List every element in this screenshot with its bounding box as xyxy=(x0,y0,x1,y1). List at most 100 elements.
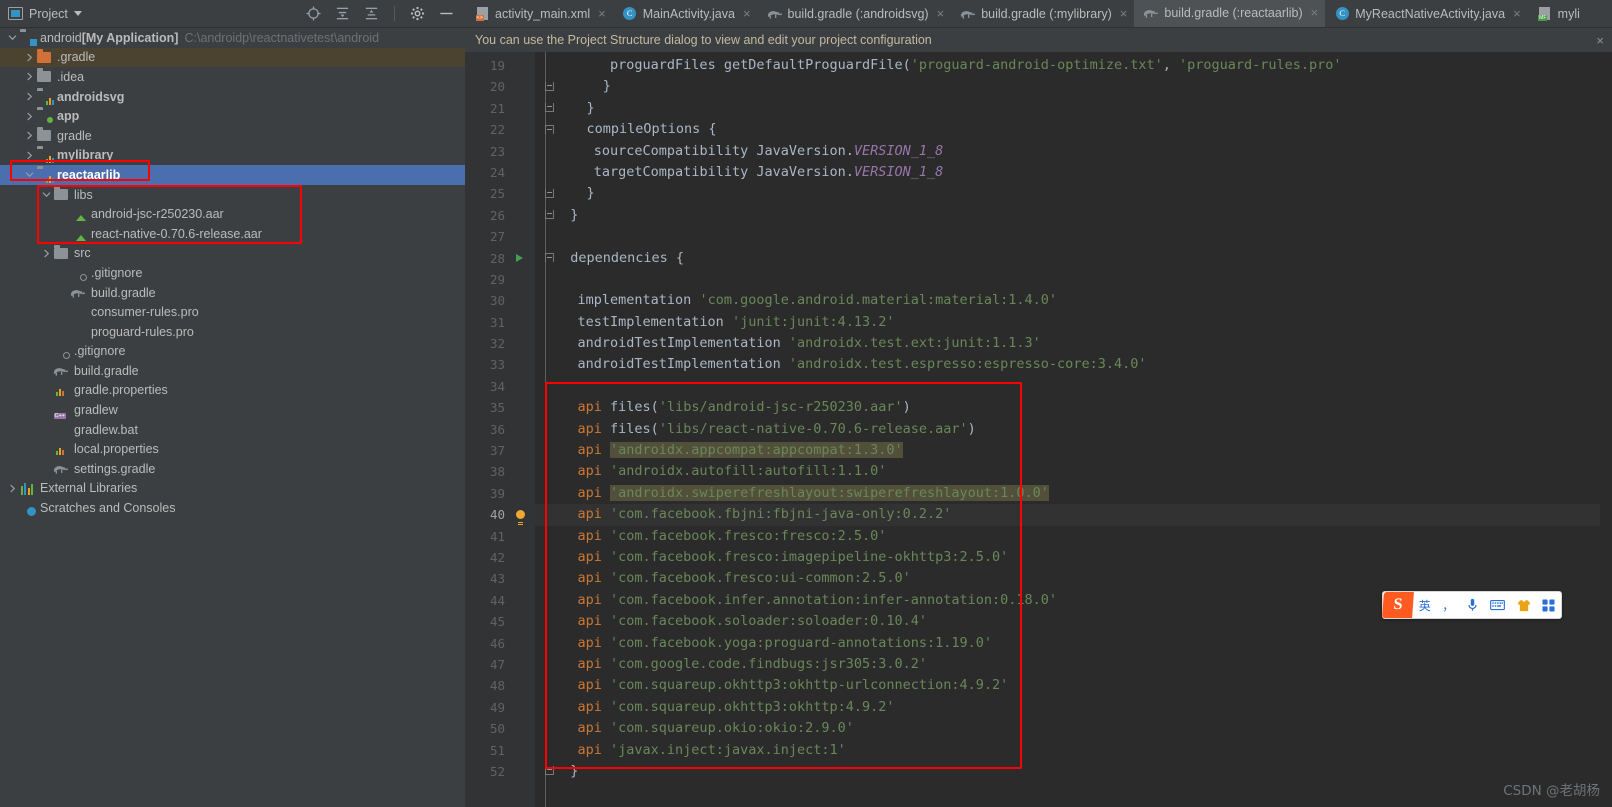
fold-marker-icon[interactable] xyxy=(545,253,554,263)
fold-marker-icon[interactable] xyxy=(545,103,554,113)
code-line[interactable]: androidTestImplementation 'androidx.test… xyxy=(535,354,1612,375)
sogou-ime-toolbar[interactable]: S 英 ， xyxy=(1382,591,1562,619)
editor-tab-mainactivity-java[interactable]: C MainActivity.java × xyxy=(613,0,758,27)
gutter-marker[interactable] xyxy=(513,718,535,739)
hide-panel-icon[interactable] xyxy=(438,5,455,22)
code-line[interactable]: } xyxy=(535,76,1612,97)
gutter-marker[interactable] xyxy=(513,547,535,568)
gutter-marker[interactable] xyxy=(513,98,535,119)
gutter-marker[interactable] xyxy=(513,290,535,311)
gutter-marker[interactable] xyxy=(513,141,535,162)
collapse-all-icon[interactable] xyxy=(363,5,380,22)
chevron-right-icon[interactable] xyxy=(23,131,36,140)
fold-marker-icon[interactable] xyxy=(545,210,554,220)
tree-item-android[interactable]: android [My Application] C:\androidp\reac… xyxy=(0,28,465,48)
tree-item-reactaarlib[interactable]: reactaarlib xyxy=(0,165,465,185)
code-line[interactable]: sourceCompatibility JavaVersion.VERSION_… xyxy=(535,141,1612,162)
ime-voice-input[interactable] xyxy=(1460,598,1485,612)
code-line[interactable] xyxy=(535,376,1612,397)
gutter-marker[interactable] xyxy=(513,226,535,247)
gutter-marker[interactable] xyxy=(513,333,535,354)
chevron-down-icon[interactable] xyxy=(40,190,53,199)
code-line[interactable]: api 'com.facebook.fresco:ui-common:2.5.0… xyxy=(535,568,1612,589)
code-line[interactable]: } xyxy=(535,761,1612,782)
code-line[interactable]: testImplementation 'junit:junit:4.13.2' xyxy=(535,312,1612,333)
editor-tab-myli[interactable]: myli xyxy=(1528,0,1587,27)
gutter-marker[interactable] xyxy=(513,697,535,718)
tree-item-build-gradle[interactable]: build.gradle xyxy=(0,361,465,381)
tree-item--idea[interactable]: .idea xyxy=(0,67,465,87)
project-tree[interactable]: android [My Application] C:\androidp\reac… xyxy=(0,28,465,807)
gutter-marker[interactable] xyxy=(513,76,535,97)
gutter-marker[interactable] xyxy=(513,419,535,440)
close-icon[interactable]: × xyxy=(743,7,751,20)
chevron-down-icon[interactable] xyxy=(73,11,82,16)
gutter-marker[interactable] xyxy=(513,55,535,76)
gutter-marker[interactable] xyxy=(513,461,535,482)
code-line[interactable]: implementation 'com.google.android.mater… xyxy=(535,290,1612,311)
fold-marker-icon[interactable] xyxy=(545,188,554,198)
gutter-marker[interactable] xyxy=(513,504,535,525)
intention-bulb-icon[interactable] xyxy=(516,509,525,523)
fold-marker-icon[interactable] xyxy=(545,81,554,91)
tree-item-mylibrary[interactable]: mylibrary xyxy=(0,146,465,166)
gutter-marker[interactable] xyxy=(513,119,535,140)
ime-punctuation-toggle[interactable]: ， xyxy=(1437,597,1461,614)
code-line[interactable]: } xyxy=(535,183,1612,204)
tree-item-gradlew-bat[interactable]: gradlew.bat xyxy=(0,420,465,440)
code-line[interactable]: api 'com.facebook.fbjni:fbjni-java-only:… xyxy=(535,504,1612,526)
tree-item-libs[interactable]: libs xyxy=(0,185,465,205)
code-line[interactable]: api 'com.facebook.yoga:proguard-annotati… xyxy=(535,633,1612,654)
editor-tab-activity-main-xml[interactable]: activity_main.xml × xyxy=(465,0,613,27)
tree-item-external-libraries[interactable]: External Libraries xyxy=(0,479,465,499)
close-icon[interactable]: × xyxy=(1120,7,1128,20)
fold-marker-icon[interactable] xyxy=(545,124,554,134)
sogou-logo-icon[interactable]: S xyxy=(1382,592,1414,618)
tree-item-react-native-0-70-6-release-aar[interactable]: react-native-0.70.6-release.aar xyxy=(0,224,465,244)
close-icon[interactable]: × xyxy=(1596,33,1604,48)
code-content[interactable]: proguardFiles getDefaultProguardFile('pr… xyxy=(535,52,1612,807)
close-icon[interactable]: × xyxy=(1513,7,1521,20)
tree-item-gradle[interactable]: gradle xyxy=(0,126,465,146)
tree-item-app[interactable]: app xyxy=(0,106,465,126)
gutter-marker[interactable] xyxy=(513,205,535,226)
error-stripe-scrollbar[interactable] xyxy=(1600,52,1612,807)
gutter-marker[interactable] xyxy=(513,312,535,333)
code-line[interactable]: api 'javax.inject:javax.inject:1' xyxy=(535,740,1612,761)
settings-gear-icon[interactable] xyxy=(409,5,426,22)
code-line[interactable]: androidTestImplementation 'androidx.test… xyxy=(535,333,1612,354)
tree-item-src[interactable]: src xyxy=(0,244,465,264)
code-line[interactable]: } xyxy=(535,205,1612,226)
tree-item-build-gradle[interactable]: build.gradle xyxy=(0,283,465,303)
close-icon[interactable]: × xyxy=(937,7,945,20)
tree-item-consumer-rules-pro[interactable]: consumer-rules.pro xyxy=(0,302,465,322)
editor-tab-build-gradle-mylibrary-[interactable]: build.gradle (:mylibrary) × xyxy=(951,0,1134,27)
gutter-marker[interactable] xyxy=(513,397,535,418)
editor-tab-build-gradle-reactaarlib-[interactable]: build.gradle (:reactaarlib) × xyxy=(1134,0,1326,27)
ime-soft-keyboard[interactable] xyxy=(1485,599,1512,611)
code-line[interactable] xyxy=(535,226,1612,247)
gutter-marker[interactable] xyxy=(513,354,535,375)
code-line[interactable]: targetCompatibility JavaVersion.VERSION_… xyxy=(535,162,1612,183)
gutter-marker[interactable] xyxy=(513,568,535,589)
code-line[interactable]: api 'androidx.appcompat:appcompat:1.3.0' xyxy=(535,440,1612,461)
gutter-marker[interactable] xyxy=(513,633,535,654)
chevron-right-icon[interactable] xyxy=(23,92,36,101)
tree-item-gradlew[interactable]: C++ gradlew xyxy=(0,400,465,420)
tree-item--gitignore[interactable]: .gitignore xyxy=(0,263,465,283)
chevron-down-icon[interactable] xyxy=(6,33,19,42)
code-line[interactable]: api 'androidx.swiperefreshlayout:swipere… xyxy=(535,483,1612,504)
gutter-marker[interactable] xyxy=(513,483,535,504)
code-line[interactable]: dependencies { xyxy=(535,248,1612,269)
gutter-marker[interactable] xyxy=(513,654,535,675)
code-line[interactable]: api 'com.google.code.findbugs:jsr305:3.0… xyxy=(535,654,1612,675)
gutter-marker[interactable] xyxy=(513,183,535,204)
chevron-right-icon[interactable] xyxy=(23,53,36,62)
code-line[interactable]: compileOptions { xyxy=(535,119,1612,140)
code-line[interactable]: api 'com.squareup.okhttp3:okhttp:4.9.2' xyxy=(535,697,1612,718)
editor-tab-bar[interactable]: activity_main.xml×CMainActivity.java× bui… xyxy=(465,0,1612,28)
locate-target-icon[interactable] xyxy=(305,5,322,22)
tree-item-android-jsc-r250230-aar[interactable]: android-jsc-r250230.aar xyxy=(0,204,465,224)
gutter-marker[interactable] xyxy=(513,162,535,183)
chevron-down-icon[interactable] xyxy=(23,170,36,179)
